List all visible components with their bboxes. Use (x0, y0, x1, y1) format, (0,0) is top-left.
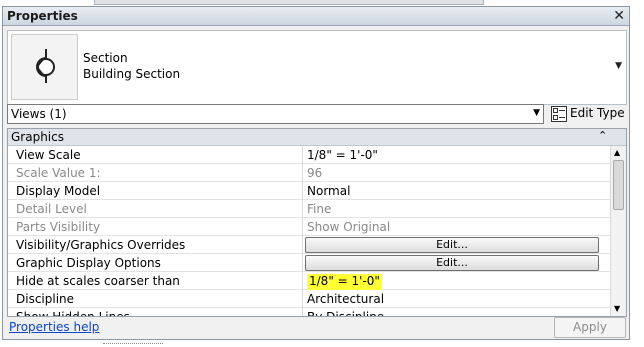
table-row: Visibility/Graphics Overrides Edit... (8, 236, 610, 254)
property-value[interactable]: Architectural (304, 290, 610, 308)
properties-palette: Properties ✕ Section Building Section ▼ … (2, 6, 630, 340)
scroll-down-icon[interactable]: ▼ (614, 304, 620, 313)
group-label: Graphics (11, 130, 64, 144)
apply-button[interactable]: Apply (554, 317, 626, 338)
property-name: Show Hidden Lines (8, 308, 303, 316)
property-name: Parts Visibility (8, 218, 303, 236)
edit-type-icon (551, 106, 567, 122)
property-name: Detail Level (8, 200, 303, 218)
property-value: Show Original (307, 220, 391, 234)
table-row: Detail Level Fine (8, 200, 610, 218)
collapse-icon[interactable]: ⌃ (598, 129, 607, 142)
property-name: Visibility/Graphics Overrides (8, 236, 303, 254)
palette-title: Properties (7, 9, 78, 23)
table-row[interactable]: Display Model Normal (8, 182, 610, 200)
properties-grid: Graphics ⌃ View Scale 1/8" = 1'-0" Scale… (7, 128, 627, 317)
property-value[interactable]: By Discipline (304, 308, 610, 316)
type-selector[interactable]: Section Building Section ▼ (7, 30, 627, 105)
table-row[interactable]: Hide at scales coarser than 1/8" = 1'-0" (8, 272, 610, 290)
scroll-up-icon[interactable]: ▲ (614, 148, 620, 157)
chevron-down-icon[interactable]: ▼ (533, 108, 540, 118)
highlighted-value: 1/8" = 1'-0" (307, 274, 382, 290)
background-tab (94, 0, 484, 5)
instance-filter-dropdown[interactable]: Views (1) ▼ (7, 104, 544, 124)
table-row[interactable]: Show Hidden Lines By Discipline (8, 308, 610, 316)
vg-overrides-edit-button[interactable]: Edit... (305, 237, 599, 253)
property-value: Fine (307, 202, 332, 216)
group-header-graphics[interactable]: Graphics ⌃ (8, 129, 626, 146)
instance-filter-value: Views (1) (11, 107, 67, 121)
property-value[interactable]: 1/8" = 1'-0" (304, 146, 610, 164)
property-name: Display Model (8, 182, 303, 200)
type-name-label: Building Section (83, 67, 181, 81)
bottom-background-strip (0, 340, 644, 347)
property-name: Hide at scales coarser than (8, 272, 303, 290)
graphic-display-edit-button[interactable]: Edit... (305, 255, 599, 271)
property-name: Graphic Display Options (8, 254, 303, 272)
table-row: Graphic Display Options Edit... (8, 254, 610, 272)
properties-help-link[interactable]: Properties help (9, 320, 99, 334)
background-fragment (103, 343, 163, 346)
table-row[interactable]: View Scale 1/8" = 1'-0" (8, 146, 610, 164)
chevron-down-icon[interactable]: ▼ (615, 61, 622, 71)
palette-titlebar[interactable]: Properties ✕ (3, 7, 629, 26)
property-name: Scale Value 1: (8, 164, 303, 182)
edit-type-button[interactable]: Edit Type (550, 103, 628, 125)
property-name: Discipline (8, 290, 303, 308)
property-value: 96 (307, 166, 323, 180)
vertical-scrollbar[interactable]: ▲ ▼ (610, 146, 626, 316)
property-rows: View Scale 1/8" = 1'-0" Scale Value 1: 9… (8, 146, 610, 316)
table-row: Scale Value 1: 96 (8, 164, 610, 182)
scroll-thumb[interactable] (613, 160, 624, 210)
section-marker-icon (11, 34, 78, 100)
table-row[interactable]: Discipline Architectural (8, 290, 610, 308)
property-name: View Scale (8, 146, 303, 164)
table-row: Parts Visibility Show Original (8, 218, 610, 236)
type-family-label: Section (83, 51, 128, 65)
close-icon[interactable]: ✕ (613, 8, 625, 24)
property-value[interactable]: Normal (304, 182, 610, 200)
property-value[interactable]: 1/8" = 1'-0" (304, 272, 610, 290)
edit-type-label: Edit Type (570, 106, 625, 120)
